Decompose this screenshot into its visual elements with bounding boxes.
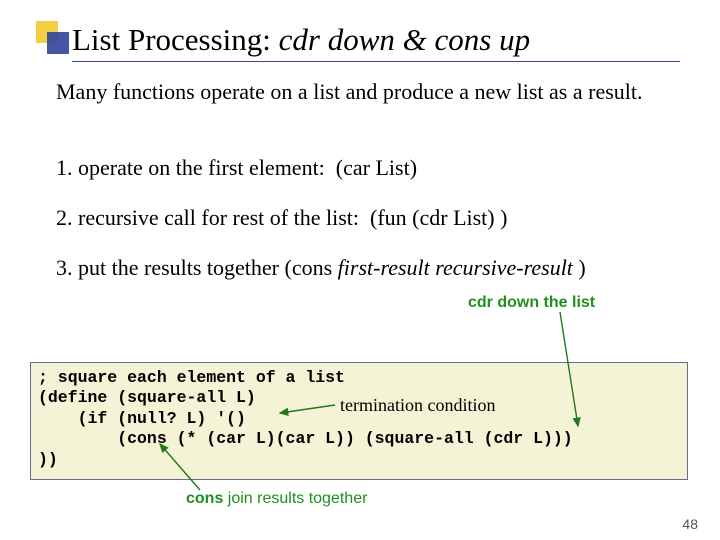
title-underline	[72, 60, 680, 62]
code-block: ; square each element of a list (define …	[38, 368, 573, 470]
intro-text: Many functions operate on a list and pro…	[56, 78, 680, 106]
step-3-pre: 3. put the results together (cons	[56, 255, 338, 280]
step-1: 1. operate on the first element: (car Li…	[56, 154, 680, 182]
page-number: 48	[682, 516, 698, 532]
slide-title: List Processing: cdr down & cons up	[72, 22, 530, 58]
label-cons-join: cons join results together	[186, 490, 367, 508]
step-3-italic: first-result recursive-result	[338, 255, 573, 280]
label-cons-bold: cons	[186, 490, 223, 507]
label-cdr-down: cdr down the list	[468, 294, 595, 312]
title-italic: cdr down & cons up	[279, 22, 530, 57]
title-plain: List Processing:	[72, 22, 279, 57]
step-3: 3. put the results together (cons first-…	[56, 254, 680, 282]
annotation-termination: termination condition	[340, 395, 495, 416]
step-2: 2. recursive call for rest of the list: …	[56, 204, 680, 232]
step-3-post: )	[573, 255, 586, 280]
label-cons-rest: join results together	[223, 490, 367, 507]
